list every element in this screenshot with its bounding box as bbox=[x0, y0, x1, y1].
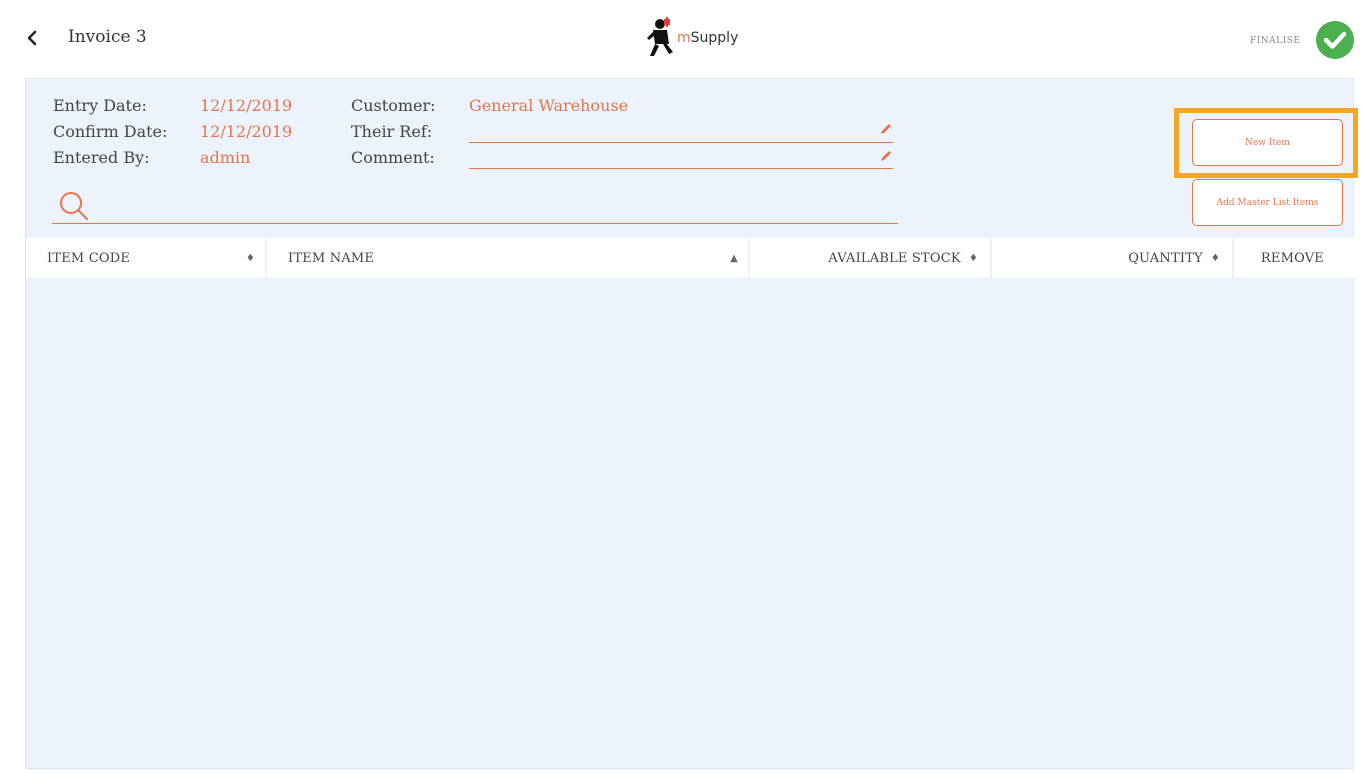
runner-logo-icon bbox=[647, 17, 673, 56]
column-header-item-code[interactable]: ITEM CODE ♦ bbox=[26, 238, 265, 278]
column-header-item-name[interactable]: ITEM NAME ▲ bbox=[267, 238, 748, 278]
column-header-quantity[interactable]: QUANTITY ♦ bbox=[992, 238, 1232, 278]
sort-icon: ♦ bbox=[245, 252, 255, 264]
customer-label: Customer: bbox=[351, 96, 436, 115]
chevron-left-icon[interactable] bbox=[22, 26, 44, 50]
msupply-logo: mSupply bbox=[645, 16, 738, 60]
finalise-button[interactable] bbox=[1316, 21, 1354, 59]
entered-by-label: Entered By: bbox=[53, 148, 150, 167]
item-code-header-label: ITEM CODE bbox=[47, 250, 131, 266]
remove-header-label: REMOVE bbox=[1260, 250, 1324, 266]
available-stock-header-label: AVAILABLE STOCK bbox=[828, 250, 961, 266]
page-title: Invoice 3 bbox=[68, 27, 147, 47]
search-input[interactable] bbox=[52, 190, 898, 224]
entered-by-value: admin bbox=[200, 148, 251, 167]
customer-value[interactable]: General Warehouse bbox=[469, 96, 628, 115]
their-ref-underline bbox=[469, 142, 893, 143]
pencil-icon[interactable] bbox=[879, 149, 893, 163]
logo-name: Supply bbox=[690, 30, 739, 46]
entry-date-value: 12/12/2019 bbox=[200, 96, 293, 115]
top-bar: Invoice 3 mSupply FINALISE bbox=[0, 0, 1370, 78]
their-ref-label: Their Ref: bbox=[351, 122, 433, 141]
column-header-available-stock[interactable]: AVAILABLE STOCK ♦ bbox=[750, 238, 990, 278]
comment-underline bbox=[469, 168, 893, 169]
logo-prefix: m bbox=[677, 30, 691, 46]
sort-icon: ♦ bbox=[968, 252, 978, 264]
add-master-list-items-button[interactable]: Add Master List Items bbox=[1192, 179, 1343, 226]
sort-icon: ♦ bbox=[1210, 252, 1220, 264]
quantity-header-label: QUANTITY bbox=[1128, 250, 1203, 266]
sort-ascending-icon: ▲ bbox=[730, 252, 738, 264]
confirm-date-label: Confirm Date: bbox=[53, 122, 168, 141]
logo-text: mSupply bbox=[677, 30, 738, 46]
column-header-remove: REMOVE bbox=[1234, 238, 1354, 278]
comment-label: Comment: bbox=[351, 148, 435, 167]
new-item-button[interactable]: New Item bbox=[1192, 119, 1343, 166]
table-body bbox=[26, 278, 1353, 768]
pencil-icon[interactable] bbox=[879, 122, 893, 136]
confirm-date-value: 12/12/2019 bbox=[200, 122, 293, 141]
search-icon bbox=[60, 192, 88, 220]
finalise-label: FINALISE bbox=[1250, 36, 1301, 46]
entry-date-label: Entry Date: bbox=[53, 96, 147, 115]
item-name-header-label: ITEM NAME bbox=[288, 250, 375, 266]
